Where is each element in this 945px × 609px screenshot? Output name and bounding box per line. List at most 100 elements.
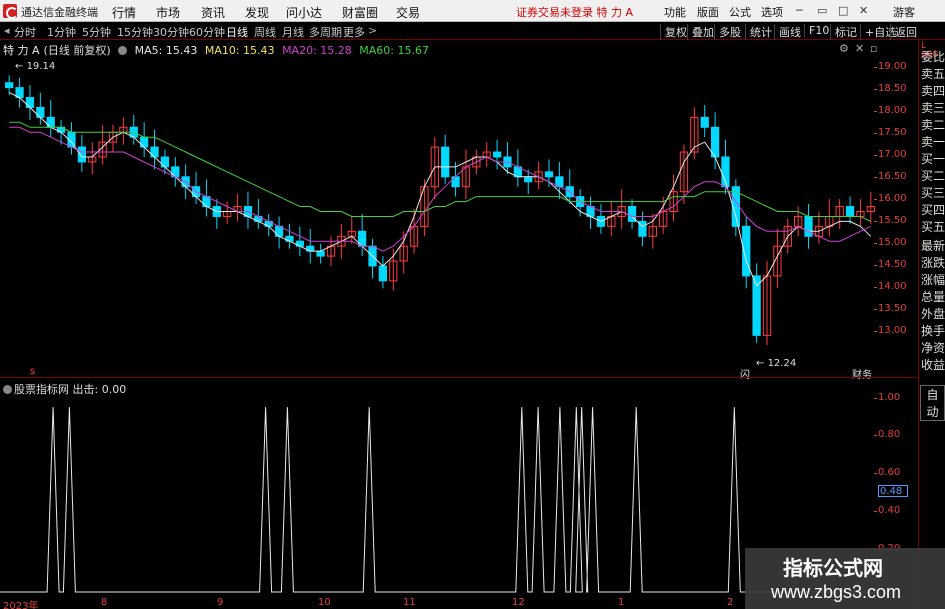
quote-row[interactable]: 卖三: [921, 101, 945, 115]
close-icon[interactable]: ✕: [859, 4, 868, 17]
ma20-label: MA20: 15.28: [282, 44, 352, 57]
candle-down: [804, 215, 813, 237]
menu-gongneng[interactable]: 功能: [664, 4, 686, 20]
indicator-header: 股票指标网 出击: 0.00: [3, 381, 126, 397]
indicator-tick: 1.00: [873, 392, 901, 403]
chart-settings-icon[interactable]: ⚙: [839, 42, 849, 55]
tool-fuquan[interactable]: 复权: [660, 24, 687, 40]
time-tick: 1: [618, 597, 625, 608]
quote-row[interactable]: 买四: [921, 203, 945, 217]
ma60-label: MA60: 15.67: [359, 44, 429, 57]
tab-monthly[interactable]: 月线: [282, 24, 304, 40]
candle-down: [845, 206, 855, 217]
menu-caifuquan[interactable]: 财富圈: [342, 4, 378, 21]
tool-diejia[interactable]: 叠加: [687, 24, 714, 40]
menu-zixun[interactable]: 资讯: [201, 4, 225, 21]
quote-row[interactable]: 涨跌: [921, 256, 945, 270]
auto-button[interactable]: 自动: [920, 385, 945, 421]
time-tick: 2023年: [3, 601, 39, 609]
quote-row[interactable]: 买三: [921, 186, 945, 200]
candle-down: [524, 176, 533, 183]
menu-hangqing[interactable]: 行情: [112, 4, 136, 21]
candle-down: [77, 146, 86, 163]
menu-gongshi[interactable]: 公式: [729, 4, 751, 20]
tab-60min[interactable]: 60分钟: [189, 24, 225, 40]
menu-bar: 通达信金融终端 行情 市场 资讯 发现 问小达 财富圈 交易 证券交易未登录 特…: [0, 0, 945, 22]
quote-row[interactable]: 总量: [921, 290, 945, 304]
quote-row[interactable]: 净资: [921, 341, 945, 355]
restore-icon[interactable]: ▭: [817, 4, 827, 17]
tab-5min[interactable]: 5分钟: [82, 24, 111, 40]
quote-row[interactable]: 卖二: [921, 118, 945, 132]
menu-shichang[interactable]: 市场: [156, 4, 180, 21]
price-axis: 19.00 18.50 18.00 17.50 17.00 16.50 16.0…: [874, 40, 918, 377]
quote-row[interactable]: 最新: [921, 239, 945, 253]
quote-row[interactable]: 买一: [921, 152, 945, 166]
candle-down: [316, 250, 325, 257]
watermark-url: www.zbgs3.com: [771, 582, 902, 602]
tab-fenshi[interactable]: 分时: [14, 24, 36, 40]
min-price-label: ← 12.24: [756, 358, 797, 369]
menu-banmian[interactable]: 版面: [697, 4, 719, 20]
candle-down: [700, 116, 709, 128]
menu-wenxiaoda[interactable]: 问小达: [286, 4, 322, 21]
tool-tongji[interactable]: 统计: [745, 24, 772, 40]
quote-row[interactable]: 涨幅: [921, 273, 945, 287]
tool-f10[interactable]: F10: [804, 24, 829, 37]
tab-30min[interactable]: 30分钟: [153, 24, 189, 40]
quote-row[interactable]: 换手: [921, 324, 945, 338]
candle-down: [441, 146, 450, 178]
tab-1min[interactable]: 1分钟: [47, 24, 76, 40]
time-tick: 10: [318, 597, 331, 608]
s-marker[interactable]: s: [30, 366, 35, 377]
quote-row[interactable]: 买五: [921, 220, 945, 234]
indicator-tick: 0.80: [873, 429, 901, 440]
quote-panel: L 000 委比 卖五 卖四 卖三 卖二 卖一 买一 买二 买三 买四 买五 最…: [918, 40, 945, 609]
watermark-title: 指标公式网: [783, 556, 883, 580]
chart-expand-icon[interactable]: ▫: [870, 42, 877, 55]
tab-weekly[interactable]: 周线: [254, 24, 276, 40]
quote-row[interactable]: 外盘: [921, 307, 945, 321]
quote-row[interactable]: 委比: [921, 50, 945, 64]
menu-jiaoyi[interactable]: 交易: [396, 4, 420, 21]
tab-15min[interactable]: 15分钟: [117, 24, 153, 40]
ma-line-ma60: [9, 121, 872, 222]
price-tick: 19.00: [874, 61, 907, 72]
ma5-label: MA5: 15.43: [134, 44, 198, 57]
max-price-label: ← 19.14: [15, 61, 56, 72]
collapse-left-icon[interactable]: ◂: [4, 24, 10, 37]
chart-close-icon[interactable]: ✕: [855, 42, 864, 55]
price-tick: 18.50: [874, 83, 907, 94]
menu-xuanxiang[interactable]: 选项: [761, 4, 783, 20]
app-title: 通达信金融终端: [21, 6, 98, 19]
maximize-icon[interactable]: □: [838, 4, 848, 17]
app-logo-icon: [3, 4, 18, 19]
tool-huaxian[interactable]: 画线: [774, 24, 801, 40]
quote-row[interactable]: 收益: [921, 358, 945, 372]
more-arrow-icon[interactable]: >: [368, 24, 377, 37]
indicator-settings-icon[interactable]: [3, 385, 12, 394]
tool-duogu[interactable]: 多股: [714, 24, 741, 40]
quote-row[interactable]: 卖四: [921, 84, 945, 98]
menu-faxian[interactable]: 发现: [245, 4, 269, 21]
kline-chart[interactable]: [0, 40, 878, 377]
price-tick: 17.50: [874, 127, 907, 138]
candle-down: [25, 97, 35, 108]
trade-login-status[interactable]: 证券交易未登录 特 力 A: [516, 4, 633, 20]
user-label[interactable]: 游客: [893, 4, 915, 20]
indicator-settings-icon[interactable]: [118, 46, 128, 55]
quote-row[interactable]: 卖五: [921, 67, 945, 81]
indicator-value: 出击: 0.00: [72, 383, 127, 396]
minimize-icon[interactable]: ─: [796, 4, 803, 17]
quote-row[interactable]: 买二: [921, 169, 945, 183]
tool-fanhui[interactable]: 返回: [890, 24, 917, 40]
quote-row[interactable]: 卖一: [921, 135, 945, 149]
tab-daily[interactable]: 日线: [226, 24, 248, 40]
ma-line-ma20: [9, 126, 872, 252]
tab-multi-period[interactable]: 多周期: [309, 24, 342, 40]
candle-down: [378, 265, 388, 282]
candle-down: [451, 176, 460, 188]
tab-more[interactable]: 更多: [343, 24, 365, 40]
tool-biaoji[interactable]: 标记: [830, 24, 857, 40]
price-tick: 15.00: [874, 237, 907, 248]
